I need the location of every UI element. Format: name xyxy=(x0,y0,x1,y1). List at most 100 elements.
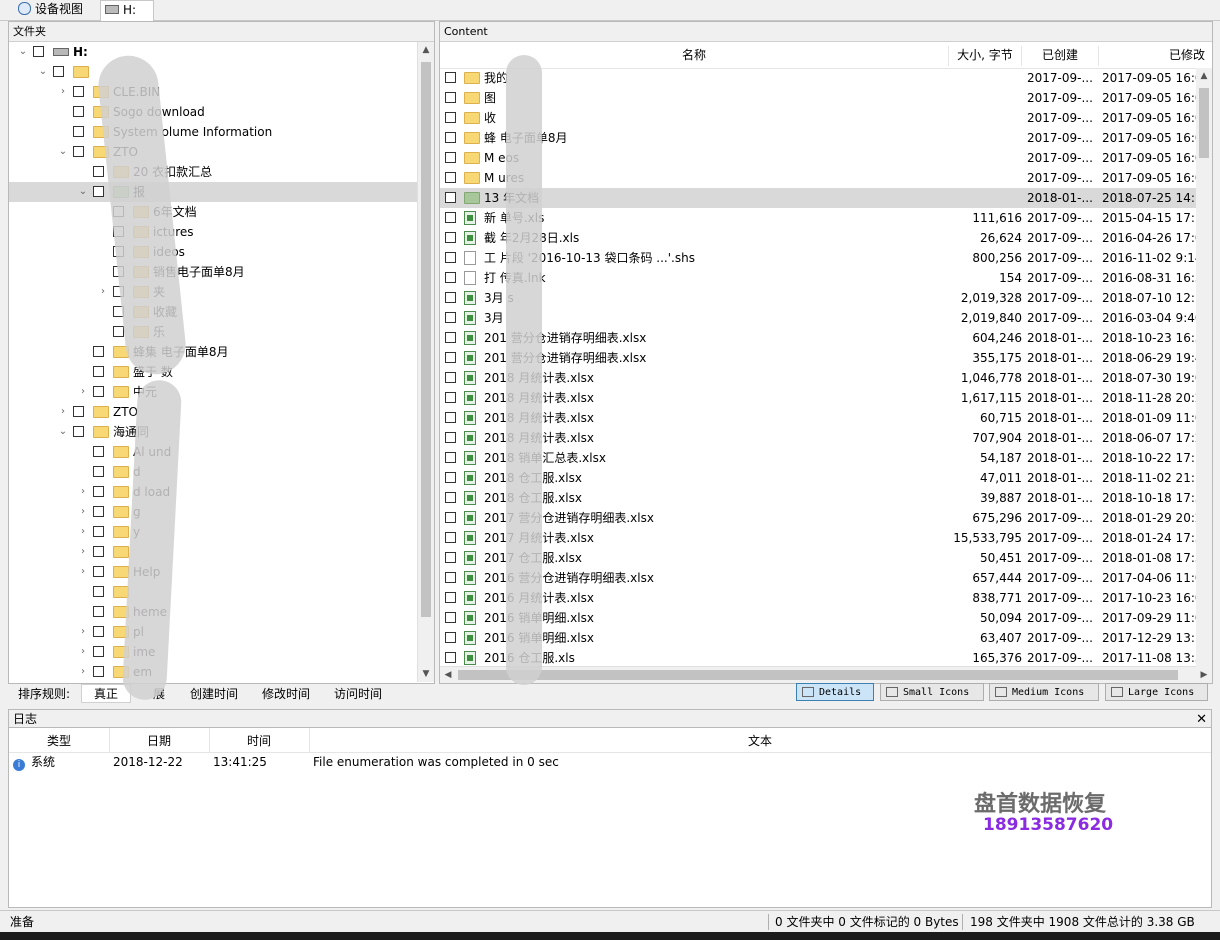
file-row-checkbox[interactable] xyxy=(445,632,456,643)
collapse-arrow-icon[interactable]: ⌄ xyxy=(77,182,89,202)
tree-node[interactable]: ›CLE.BIN xyxy=(9,82,417,102)
file-row-checkbox[interactable] xyxy=(445,232,456,243)
file-row[interactable]: 2018 月统计表.xlsx 1,617,115 2018-01-... 2018-1… xyxy=(440,388,1212,408)
scroll-left-icon[interactable]: ◀ xyxy=(440,667,456,683)
file-row[interactable]: 2016 销单明细.xlsx 63,407 2017-09-... 2017-12-2… xyxy=(440,628,1212,648)
content-list[interactable]: 我的 2017-09-... 2017-09-05 16:0 图 2017-09-...… xyxy=(440,68,1212,668)
tree-node-checkbox[interactable] xyxy=(73,106,84,117)
tab-device-view[interactable]: 设备视图 xyxy=(14,0,91,20)
file-row-checkbox[interactable] xyxy=(445,292,456,303)
tree-node[interactable]: 收藏 xyxy=(9,302,417,322)
tree-node[interactable]: Al und xyxy=(9,442,417,462)
content-scroll-up-icon[interactable]: ▲ xyxy=(1196,68,1212,84)
tree-scrollbar[interactable]: ▲ ▼ xyxy=(417,42,434,682)
content-hscroll-thumb[interactable] xyxy=(458,670,1178,680)
tree-node[interactable]: System olume Information xyxy=(9,122,417,142)
tree-node-checkbox[interactable] xyxy=(73,86,84,97)
file-row-checkbox[interactable] xyxy=(445,472,456,483)
expand-arrow-icon[interactable]: › xyxy=(77,562,89,582)
file-row-checkbox[interactable] xyxy=(445,152,456,163)
tree-node-checkbox[interactable] xyxy=(53,66,64,77)
sort-option-accessed[interactable]: 访问时间 xyxy=(334,685,382,702)
tree-node-checkbox[interactable] xyxy=(93,546,104,557)
file-row[interactable]: 2018 月统计表.xlsx 60,715 2018-01-... 2018-01-0… xyxy=(440,408,1212,428)
tree-node[interactable]: d xyxy=(9,462,417,482)
tree-node[interactable]: 盛于 数 xyxy=(9,362,417,382)
folder-tree[interactable]: ⌄H:⌄›CLE.BINSogo downloadSystem olume In… xyxy=(9,42,417,682)
tree-node-checkbox[interactable] xyxy=(93,666,104,677)
tree-node[interactable]: ›y xyxy=(9,522,417,542)
tree-node-checkbox[interactable] xyxy=(73,126,84,137)
tree-node-checkbox[interactable] xyxy=(73,426,84,437)
tree-node[interactable]: ›夹 xyxy=(9,282,417,302)
tree-node[interactable]: ›em xyxy=(9,662,417,682)
tree-node[interactable]: Sogo download xyxy=(9,102,417,122)
collapse-arrow-icon[interactable]: ⌄ xyxy=(57,142,69,162)
tree-node-checkbox[interactable] xyxy=(93,586,104,597)
expand-arrow-icon[interactable]: › xyxy=(77,522,89,542)
expand-arrow-icon[interactable]: › xyxy=(77,502,89,522)
expand-arrow-icon[interactable]: › xyxy=(77,542,89,562)
tree-node[interactable]: ⌄报 xyxy=(9,182,417,202)
tree-node[interactable]: ›Help xyxy=(9,562,417,582)
file-row-checkbox[interactable] xyxy=(445,412,456,423)
expand-arrow-icon[interactable]: › xyxy=(77,662,89,682)
tree-node[interactable]: › xyxy=(9,542,417,562)
tree-node-checkbox[interactable] xyxy=(93,446,104,457)
file-row-checkbox[interactable] xyxy=(445,272,456,283)
file-row-checkbox[interactable] xyxy=(445,212,456,223)
expand-arrow-icon[interactable]: › xyxy=(77,382,89,402)
file-row-checkbox[interactable] xyxy=(445,312,456,323)
tree-node-checkbox[interactable] xyxy=(93,366,104,377)
log-column-type[interactable]: 类型 xyxy=(9,728,110,753)
file-row-checkbox[interactable] xyxy=(445,172,456,183)
view-details-button[interactable]: Details xyxy=(796,683,874,701)
file-row-checkbox[interactable] xyxy=(445,652,456,663)
file-row-checkbox[interactable] xyxy=(445,372,456,383)
tree-node[interactable]: ›中元 xyxy=(9,382,417,402)
tab-drive-h[interactable]: H: xyxy=(100,0,154,21)
file-row-checkbox[interactable] xyxy=(445,452,456,463)
sort-option-real[interactable]: 真正 xyxy=(81,684,132,703)
file-row-checkbox[interactable] xyxy=(445,352,456,363)
tree-node[interactable]: ⌄ xyxy=(9,62,417,82)
tree-node-checkbox[interactable] xyxy=(73,406,84,417)
scroll-right-icon[interactable]: ▶ xyxy=(1196,667,1212,683)
expand-arrow-icon[interactable]: › xyxy=(77,622,89,642)
tree-node[interactable] xyxy=(9,582,417,602)
file-row[interactable]: 2017 月统计表.xlsx 15,533,795 2017-09-... 2018-… xyxy=(440,528,1212,548)
file-row[interactable]: 新 单号.xls111,6162017-09-...2015-04-15 17:… xyxy=(440,208,1212,228)
file-row-checkbox[interactable] xyxy=(445,592,456,603)
file-row[interactable]: 2016 仓工服.xls 165,376 2017-09-... 2017-11-08… xyxy=(440,648,1212,668)
log-column-date[interactable]: 日期 xyxy=(109,728,210,753)
file-row[interactable]: 201 营分仓进销存明细表.xlsx 355,175 2018-01-... 2018… xyxy=(440,348,1212,368)
file-row-checkbox[interactable] xyxy=(445,92,456,103)
expand-arrow-icon[interactable]: › xyxy=(57,82,69,102)
tree-node-checkbox[interactable] xyxy=(93,386,104,397)
file-row[interactable]: 截 年2月28日.xls26,6242017-09-...2016-04-26 … xyxy=(440,228,1212,248)
file-row[interactable]: 2018 月统计表.xlsx 707,904 2018-01-... 2018-06-… xyxy=(440,428,1212,448)
tree-node-checkbox[interactable] xyxy=(113,326,124,337)
collapse-arrow-icon[interactable]: ⌄ xyxy=(17,42,29,62)
tree-node-checkbox[interactable] xyxy=(93,486,104,497)
file-row[interactable]: 图 2017-09-... 2017-09-05 16:0 xyxy=(440,88,1212,108)
expand-arrow-icon[interactable]: › xyxy=(77,482,89,502)
tree-scroll-thumb[interactable] xyxy=(421,62,431,617)
file-row-checkbox[interactable] xyxy=(445,492,456,503)
file-row[interactable]: 2017 仓工服.xlsx 50,451 2017-09-... 2018-01-08… xyxy=(440,548,1212,568)
file-row[interactable]: 201 营分仓进销存明细表.xlsx 604,246 2018-01-... 2018… xyxy=(440,328,1212,348)
file-row[interactable]: 3月 2,019,840 2017-09-... 2016-03-04 9:40 xyxy=(440,308,1212,328)
file-row-checkbox[interactable] xyxy=(445,252,456,263)
file-row-checkbox[interactable] xyxy=(445,132,456,143)
tree-node[interactable]: ⌄ZTO xyxy=(9,142,417,162)
tree-node[interactable]: ictures xyxy=(9,222,417,242)
log-close-icon[interactable]: ✕ xyxy=(1196,710,1207,729)
file-row-checkbox[interactable] xyxy=(445,392,456,403)
tree-node[interactable]: 6年文档 xyxy=(9,202,417,222)
scroll-down-icon[interactable]: ▼ xyxy=(418,666,434,682)
expand-arrow-icon[interactable]: › xyxy=(77,642,89,662)
tree-node-checkbox[interactable] xyxy=(93,626,104,637)
file-row[interactable]: M eos 2017-09-... 2017-09-05 16:0 xyxy=(440,148,1212,168)
tree-node[interactable]: › ZTO xyxy=(9,402,417,422)
file-row[interactable]: 2018 销单汇总表.xlsx 54,187 2018-01-... 2018-10-… xyxy=(440,448,1212,468)
